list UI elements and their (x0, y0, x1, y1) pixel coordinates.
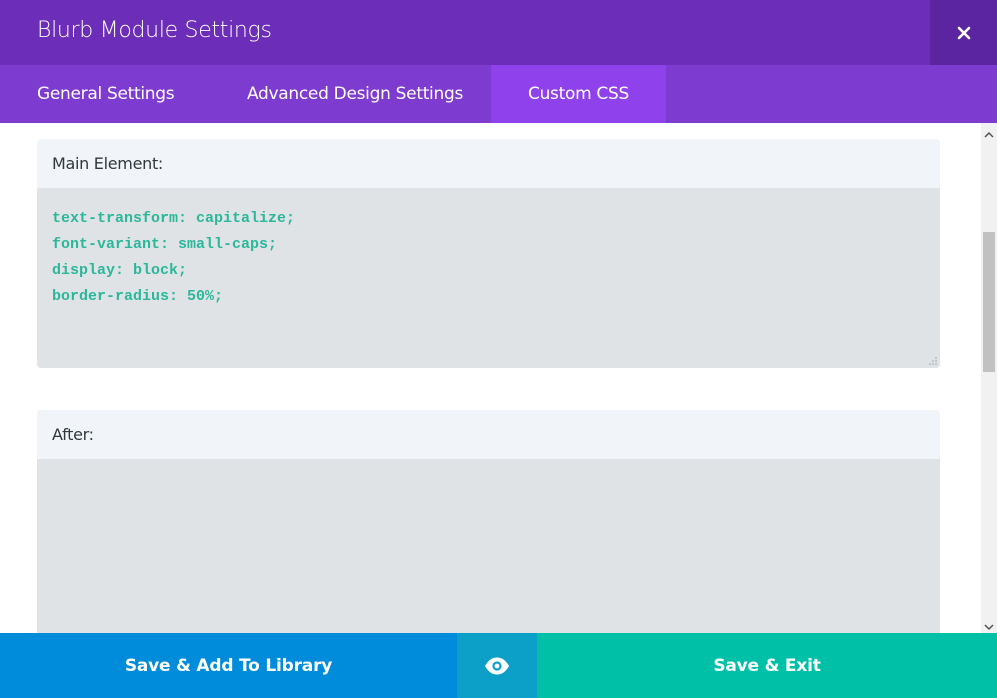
scroll-up-arrow[interactable] (981, 127, 997, 143)
after-label: After: (37, 410, 940, 459)
close-icon (957, 26, 970, 39)
eye-icon (485, 657, 509, 674)
chevron-down-icon (984, 624, 994, 631)
main-element-css-textarea[interactable]: text-transform: capitalize; font-variant… (37, 188, 940, 368)
tab-custom-css[interactable]: Custom CSS (491, 65, 666, 123)
chevron-up-icon (984, 131, 994, 138)
modal-title: Blurb Module Settings (37, 18, 272, 43)
css-line: display: block; (52, 262, 188, 279)
after-css-textarea[interactable] (37, 459, 940, 633)
settings-tabs: General Settings Advanced Design Setting… (0, 65, 997, 123)
tab-advanced-design-settings[interactable]: Advanced Design Settings (210, 65, 491, 123)
css-line: text-transform: capitalize; (52, 210, 296, 227)
css-line: border-radius: 50%; (52, 288, 224, 305)
content-scrollbar[interactable] (981, 123, 997, 633)
settings-content: Main Element: text-transform: capitalize… (0, 123, 981, 633)
after-field: After: (37, 410, 940, 633)
close-button[interactable] (930, 0, 997, 65)
scrollbar-thumb[interactable] (983, 232, 995, 372)
modal-header: Blurb Module Settings (0, 0, 997, 65)
css-line: font-variant: small-caps; (52, 236, 278, 253)
module-settings-modal: Blurb Module Settings General Settings A… (0, 0, 997, 698)
tab-general-settings[interactable]: General Settings (0, 65, 210, 123)
main-element-label: Main Element: (37, 139, 940, 188)
save-exit-button[interactable]: Save & Exit (537, 633, 997, 698)
modal-footer: Save & Add To Library Save & Exit (0, 633, 997, 698)
resize-grip-icon[interactable] (929, 357, 937, 365)
save-add-to-library-button[interactable]: Save & Add To Library (0, 633, 457, 698)
preview-button[interactable] (457, 633, 537, 698)
main-element-field: Main Element: text-transform: capitalize… (37, 139, 940, 368)
